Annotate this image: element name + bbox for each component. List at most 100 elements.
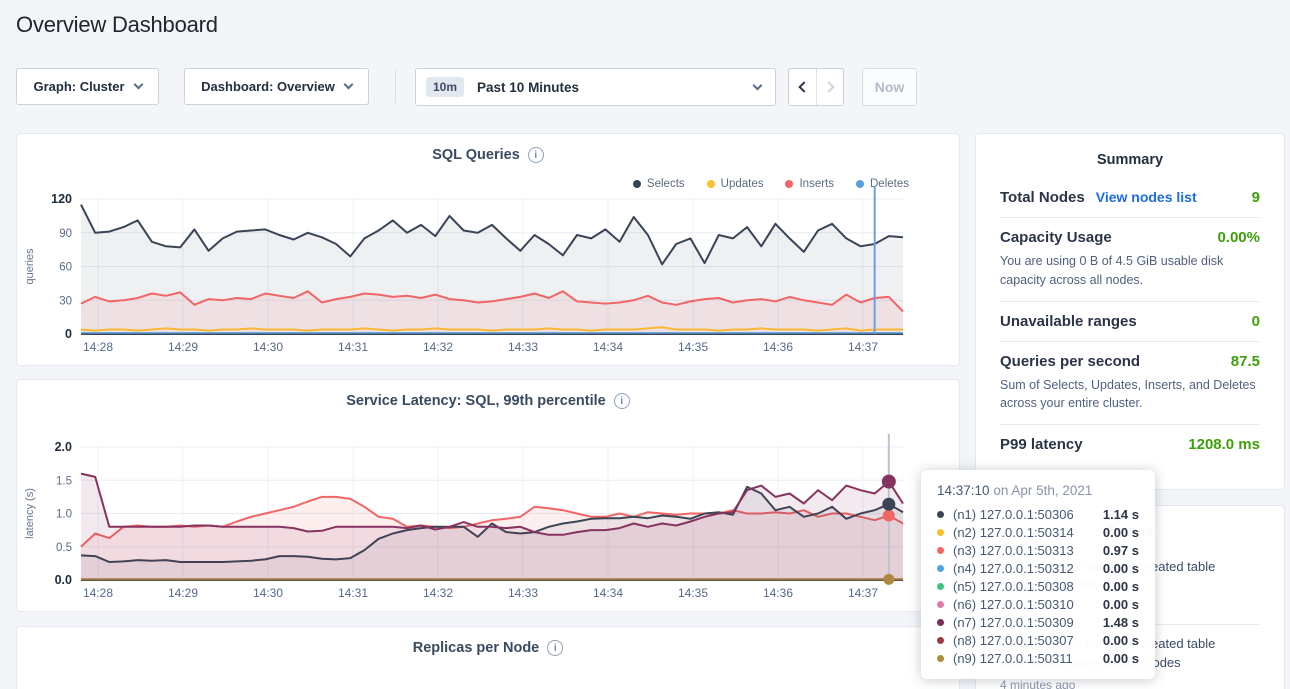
summary-label: Queries per second <box>1000 353 1140 370</box>
svg-text:14:36: 14:36 <box>763 340 793 354</box>
tooltip-node-row: (n8) 127.0.0.1:503070.00 s <box>937 631 1139 649</box>
tooltip-node-label: (n8) 127.0.0.1:50307 <box>953 633 1103 648</box>
summary-row: Total NodesView nodes list9 <box>1000 178 1260 218</box>
summary-value: 87.5 <box>1231 353 1260 370</box>
now-button[interactable]: Now <box>862 68 917 106</box>
svg-text:14:28: 14:28 <box>83 340 113 354</box>
tooltip-node-value: 0.00 s <box>1103 579 1139 594</box>
tooltip-node-row: (n4) 127.0.0.1:503120.00 s <box>937 559 1139 577</box>
svg-text:14:35: 14:35 <box>678 586 708 600</box>
tooltip-node-value: 0.00 s <box>1103 525 1139 540</box>
summary-row: Queries per second87.5Sum of Selects, Up… <box>1000 342 1260 426</box>
tooltip-node-row: (n6) 127.0.0.1:503100.00 s <box>937 595 1139 613</box>
tooltip-node-row: (n5) 127.0.0.1:503080.00 s <box>937 577 1139 595</box>
svg-text:14:29: 14:29 <box>168 340 198 354</box>
tooltip-node-value: 0.00 s <box>1103 561 1139 576</box>
tooltip-node-value: 0.00 s <box>1103 633 1139 648</box>
summary-title: Summary <box>976 134 1284 168</box>
svg-text:1.0: 1.0 <box>56 509 72 521</box>
view-nodes-list-link[interactable]: View nodes list <box>1096 189 1197 205</box>
tooltip-node-row: (n9) 127.0.0.1:503110.00 s <box>937 649 1139 667</box>
tooltip-node-row: (n7) 127.0.0.1:503091.48 s <box>937 613 1139 631</box>
summary-label: Capacity Usage <box>1000 229 1112 246</box>
tooltip-timestamp: 14:37:10 on Apr 5th, 2021 <box>937 483 1139 498</box>
node-color-dot-icon <box>937 511 944 518</box>
event-time: 4 minutes ago <box>1000 678 1260 689</box>
tooltip-node-value: 1.48 s <box>1103 615 1139 630</box>
node-color-dot-icon <box>937 619 944 626</box>
service-latency-chart[interactable]: 0.00.51.01.52.014:2814:2914:3014:3114:32… <box>17 432 961 613</box>
summary-row: Capacity Usage0.00%You are using 0 B of … <box>1000 218 1260 302</box>
svg-text:14:36: 14:36 <box>763 586 793 600</box>
svg-text:14:35: 14:35 <box>678 340 708 354</box>
graph-selector-label: Graph: Cluster <box>33 79 124 94</box>
service-latency-chart-panel: Service Latency: SQL, 99th percentile i … <box>16 379 960 612</box>
info-icon[interactable]: i <box>528 147 544 163</box>
svg-text:60: 60 <box>59 262 72 274</box>
svg-text:latency (s): latency (s) <box>24 488 36 539</box>
dashboard-selector-label: Dashboard: Overview <box>201 79 335 94</box>
chevron-down-icon <box>343 80 353 90</box>
summary-value: 0 <box>1252 313 1260 330</box>
replicas-per-node-chart-panel: Replicas per Node i <box>16 626 960 689</box>
node-color-dot-icon <box>937 583 944 590</box>
node-color-dot-icon <box>937 637 944 644</box>
summary-value: 0.00% <box>1217 229 1260 246</box>
svg-text:14:33: 14:33 <box>508 340 538 354</box>
summary-value: 1208.0 ms <box>1188 436 1260 453</box>
time-prev-button[interactable] <box>789 69 816 105</box>
chart-tooltip: 14:37:10 on Apr 5th, 2021 (n1) 127.0.0.1… <box>921 470 1155 679</box>
summary-subtext: You are using 0 B of 4.5 GiB usable disk… <box>1000 252 1268 290</box>
svg-text:queries: queries <box>24 248 36 285</box>
svg-text:14:31: 14:31 <box>338 586 368 600</box>
svg-text:14:34: 14:34 <box>593 586 623 600</box>
sql-queries-chart-panel: SQL Queries i SelectsUpdatesInsertsDelet… <box>16 133 960 366</box>
summary-subtext: Sum of Selects, Updates, Inserts, and De… <box>1000 376 1268 414</box>
chart-title: Replicas per Node <box>413 640 540 656</box>
tooltip-node-value: 1.14 s <box>1103 507 1139 522</box>
time-range-badge: 10m <box>426 77 464 97</box>
time-range-label: Past 10 Minutes <box>477 80 579 95</box>
svg-text:90: 90 <box>59 228 72 240</box>
overview-dashboard-page: Overview Dashboard Graph: Cluster Dashbo… <box>0 0 1290 689</box>
svg-text:14:37: 14:37 <box>848 340 878 354</box>
svg-text:14:31: 14:31 <box>338 340 368 354</box>
svg-text:14:33: 14:33 <box>508 586 538 600</box>
tooltip-node-label: (n7) 127.0.0.1:50309 <box>953 615 1103 630</box>
node-color-dot-icon <box>937 529 944 536</box>
tooltip-node-row: (n3) 127.0.0.1:503130.97 s <box>937 541 1139 559</box>
tooltip-node-label: (n9) 127.0.0.1:50311 <box>953 651 1103 666</box>
svg-text:30: 30 <box>59 295 72 307</box>
node-color-dot-icon <box>937 655 944 662</box>
tooltip-date: on Apr 5th, 2021 <box>990 483 1093 498</box>
svg-text:14:37: 14:37 <box>848 586 878 600</box>
tooltip-node-label: (n2) 127.0.0.1:50314 <box>953 525 1103 540</box>
info-icon[interactable]: i <box>547 640 563 656</box>
svg-text:14:30: 14:30 <box>253 340 283 354</box>
page-title: Overview Dashboard <box>16 12 218 38</box>
summary-row: P99 latency1208.0 ms <box>1000 425 1260 464</box>
tooltip-node-value: 0.97 s <box>1103 543 1139 558</box>
svg-text:14:32: 14:32 <box>423 586 453 600</box>
svg-text:2.0: 2.0 <box>55 440 72 454</box>
summary-row: Unavailable ranges 0 <box>1000 302 1260 342</box>
graph-selector-dropdown[interactable]: Graph: Cluster <box>16 68 159 105</box>
dashboard-selector-dropdown[interactable]: Dashboard: Overview <box>184 68 369 105</box>
svg-text:1.5: 1.5 <box>56 475 72 487</box>
sql-queries-chart[interactable]: 030609012014:2814:2914:3014:3114:3214:33… <box>17 186 961 367</box>
tooltip-node-label: (n4) 127.0.0.1:50312 <box>953 561 1103 576</box>
time-nav-group <box>788 68 844 106</box>
node-color-dot-icon <box>937 601 944 608</box>
svg-text:14:32: 14:32 <box>423 340 453 354</box>
summary-label: Unavailable ranges <box>1000 313 1137 330</box>
tooltip-node-label: (n6) 127.0.0.1:50310 <box>953 597 1103 612</box>
summary-value: 9 <box>1252 189 1260 206</box>
summary-panel: Summary Total NodesView nodes list9Capac… <box>975 133 1285 490</box>
info-icon[interactable]: i <box>614 393 630 409</box>
time-range-selector[interactable]: 10m Past 10 Minutes <box>415 68 776 106</box>
time-next-button[interactable] <box>816 69 843 105</box>
tooltip-node-row: (n2) 127.0.0.1:503140.00 s <box>937 523 1139 541</box>
tooltip-time: 14:37:10 <box>937 483 990 498</box>
svg-text:14:34: 14:34 <box>593 340 623 354</box>
node-color-dot-icon <box>937 565 944 572</box>
